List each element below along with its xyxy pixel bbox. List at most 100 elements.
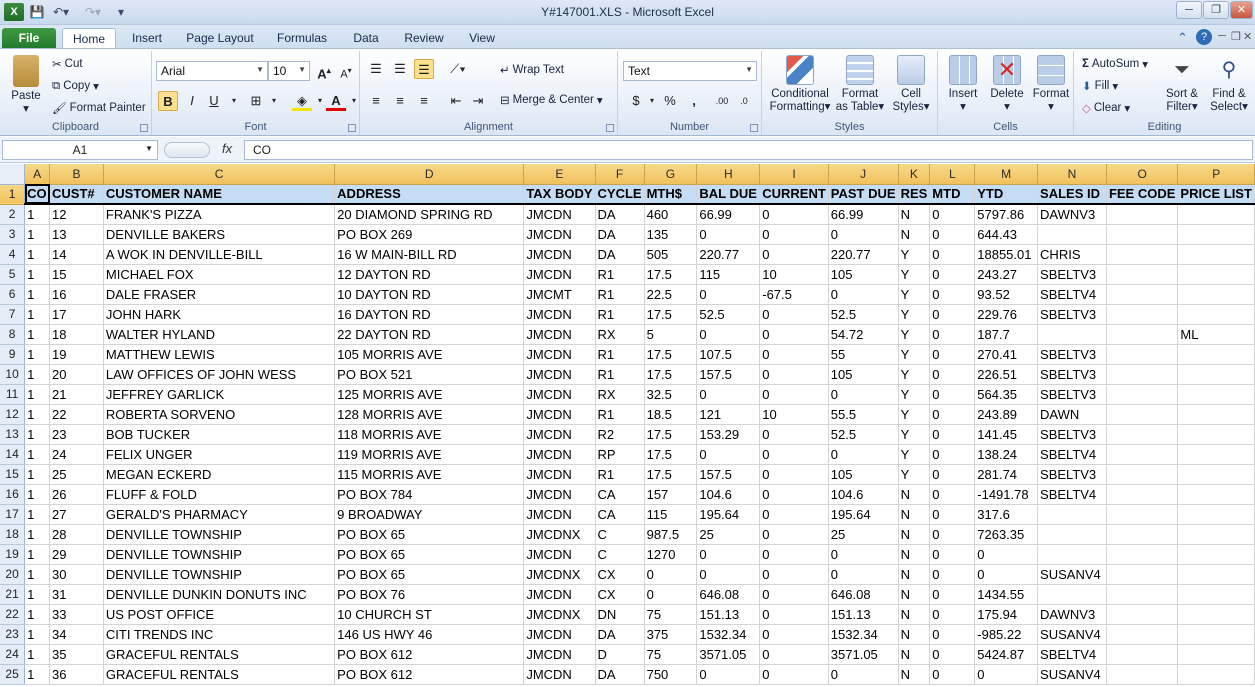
cell[interactable]: DENVILLE TOWNSHIP xyxy=(103,544,336,565)
clear-button[interactable]: ◇ Clear ▾ xyxy=(1082,101,1130,115)
cell[interactable]: 505 xyxy=(644,244,698,265)
cell[interactable] xyxy=(1177,384,1255,405)
cell[interactable]: 1 xyxy=(24,604,51,625)
cell[interactable]: R1 xyxy=(595,344,645,365)
cell[interactable]: N xyxy=(898,484,931,505)
cell[interactable]: JMCDN xyxy=(523,304,596,325)
cell[interactable]: CX xyxy=(595,584,645,605)
cell[interactable]: Y xyxy=(898,324,931,345)
cell[interactable]: Y xyxy=(898,364,931,385)
cell[interactable]: SBELTV3 xyxy=(1037,264,1107,285)
cell[interactable]: 17.5 xyxy=(644,364,698,385)
cell[interactable]: CITI TRENDS INC xyxy=(103,624,336,645)
conditional-formatting-button[interactable]: Conditional Formatting▾ xyxy=(768,55,832,114)
cell[interactable]: 0 xyxy=(759,464,829,485)
cell[interactable] xyxy=(1106,484,1179,505)
cell[interactable]: 1 xyxy=(24,204,51,225)
cell[interactable]: 105 xyxy=(828,264,899,285)
cell[interactable]: 317.6 xyxy=(974,504,1039,525)
cell[interactable]: 0 xyxy=(759,604,829,625)
paste-button[interactable]: Paste ▾ xyxy=(6,55,46,116)
cell[interactable]: R1 xyxy=(595,404,645,425)
cell[interactable]: 0 xyxy=(759,204,829,225)
cell[interactable]: 75 xyxy=(644,604,698,625)
cell[interactable]: JMCDNX xyxy=(523,564,596,585)
cell[interactable] xyxy=(1177,524,1255,545)
cell[interactable]: 0 xyxy=(696,224,761,245)
cell[interactable]: 1 xyxy=(24,284,51,305)
cell[interactable]: 9 BROADWAY xyxy=(334,504,525,525)
cell[interactable]: 987.5 xyxy=(644,524,698,545)
cell[interactable]: JMCDN xyxy=(523,264,596,285)
cell[interactable]: 195.64 xyxy=(696,504,761,525)
cell[interactable]: 1434.55 xyxy=(974,584,1039,605)
cell[interactable]: A WOK IN DENVILLE-BILL xyxy=(103,244,336,265)
cell[interactable]: 0 xyxy=(759,224,829,245)
copy-button[interactable]: ⧉ Copy ▾ xyxy=(52,79,99,94)
row-header[interactable]: 7 xyxy=(0,304,26,325)
cell[interactable]: 52.5 xyxy=(828,304,899,325)
cell[interactable]: 1 xyxy=(24,544,51,565)
cell[interactable]: RP xyxy=(595,444,645,465)
cell[interactable]: SBELTV3 xyxy=(1037,344,1107,365)
grow-font-icon[interactable]: A▴ xyxy=(314,61,334,81)
cell[interactable]: 138.24 xyxy=(974,444,1039,465)
cell[interactable] xyxy=(1177,464,1255,485)
cell[interactable] xyxy=(1177,424,1255,445)
cell[interactable] xyxy=(1106,364,1179,385)
cell[interactable]: DENVILLE BAKERS xyxy=(103,224,336,245)
cell[interactable] xyxy=(1177,224,1255,245)
cell[interactable]: 0 xyxy=(929,304,976,325)
cell[interactable]: PO BOX 612 xyxy=(334,644,525,665)
cell[interactable]: 10 CHURCH ST xyxy=(334,604,525,625)
cell[interactable]: PO BOX 784 xyxy=(334,484,525,505)
cell[interactable]: JMCDN xyxy=(523,404,596,425)
cell[interactable]: 13 xyxy=(49,224,104,245)
cell[interactable]: DAWNV3 xyxy=(1037,604,1107,625)
cell[interactable]: 1 xyxy=(24,224,51,245)
cell[interactable]: 1 xyxy=(24,384,51,405)
sort-filter-button[interactable]: ⏷ Sort & Filter▾ xyxy=(1160,55,1204,114)
cell[interactable]: 270.41 xyxy=(974,344,1039,365)
cell[interactable]: 281.74 xyxy=(974,464,1039,485)
cell[interactable]: JMCDN xyxy=(523,364,596,385)
cell[interactable]: 220.77 xyxy=(828,244,899,265)
cell[interactable] xyxy=(1177,444,1255,465)
column-header[interactable]: C xyxy=(103,164,336,185)
cell[interactable]: SBELTV3 xyxy=(1037,364,1107,385)
cell[interactable]: 0 xyxy=(929,404,976,425)
row-header[interactable]: 8 xyxy=(0,324,26,345)
cell[interactable] xyxy=(1177,544,1255,565)
cell[interactable]: 10 DAYTON RD xyxy=(334,284,525,305)
header-cell[interactable]: RES xyxy=(898,184,931,205)
cell[interactable]: -985.22 xyxy=(974,624,1039,645)
cell[interactable]: N xyxy=(898,624,931,645)
cell[interactable]: 157 xyxy=(644,484,698,505)
cell[interactable]: 0 xyxy=(759,344,829,365)
cell[interactable] xyxy=(1177,624,1255,645)
cell[interactable]: 1 xyxy=(24,364,51,385)
cell[interactable]: 18 xyxy=(49,324,104,345)
cell[interactable]: 18855.01 xyxy=(974,244,1039,265)
cell[interactable]: Y xyxy=(898,304,931,325)
cell[interactable]: 0 xyxy=(974,664,1039,685)
cell[interactable]: JMCDN xyxy=(523,504,596,525)
cell[interactable]: DA xyxy=(595,204,645,225)
header-cell[interactable]: PRICE LIST xyxy=(1177,184,1255,205)
cell[interactable]: 0 xyxy=(644,584,698,605)
row-header[interactable]: 17 xyxy=(0,504,26,525)
cell[interactable] xyxy=(1106,224,1179,245)
cell[interactable]: 115 MORRIS AVE xyxy=(334,464,525,485)
cell[interactable]: Y xyxy=(898,284,931,305)
cell[interactable]: JMCDN xyxy=(523,384,596,405)
cell[interactable] xyxy=(1177,204,1255,225)
clipboard-dialog-launcher-icon[interactable] xyxy=(140,124,148,132)
cell[interactable]: 0 xyxy=(759,504,829,525)
cell[interactable]: SBELTV4 xyxy=(1037,284,1107,305)
column-header[interactable]: F xyxy=(595,164,645,185)
find-select-button[interactable]: ⚲ Find & Select▾ xyxy=(1206,55,1252,114)
column-header[interactable]: G xyxy=(644,164,698,185)
row-header[interactable]: 25 xyxy=(0,664,26,685)
cell[interactable]: Y xyxy=(898,464,931,485)
cell[interactable]: 15 xyxy=(49,264,104,285)
